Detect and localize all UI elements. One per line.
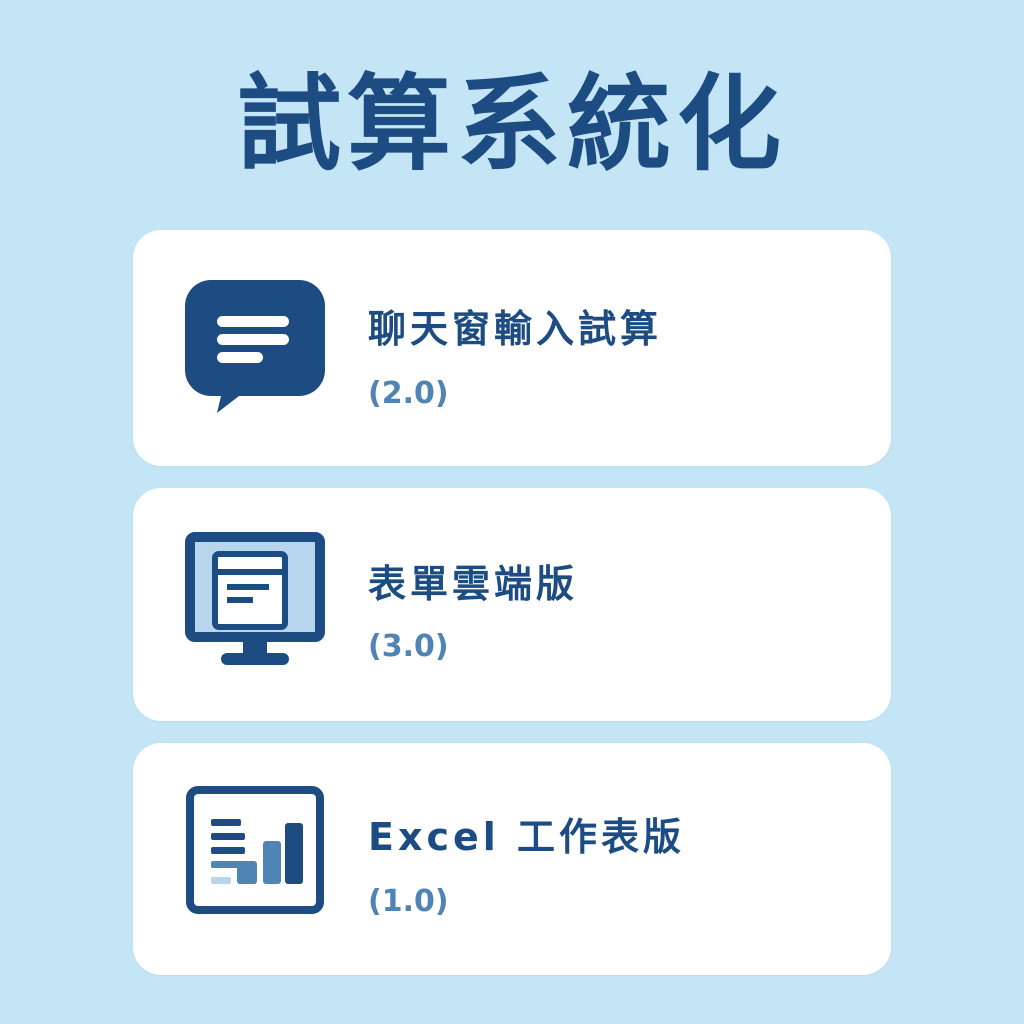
option-card-form-cloud[interactable]: 表單雲端版 (3.0) <box>133 488 891 721</box>
option-card-chat[interactable]: 聊天窗輸入試算 (2.0) <box>133 230 891 466</box>
spreadsheet-chart-icon <box>185 785 325 925</box>
card-title: 表單雲端版 <box>368 562 579 606</box>
option-card-excel[interactable]: Excel 工作表版 (1.0) <box>133 743 891 975</box>
card-title: 聊天窗輸入試算 <box>368 307 663 351</box>
chat-bubble-icon <box>185 280 325 420</box>
page-title: 試算系統化 <box>236 63 787 185</box>
card-version: (2.0) <box>368 376 449 411</box>
card-version: (3.0) <box>368 629 449 664</box>
card-version: (1.0) <box>368 884 449 919</box>
card-title: Excel 工作表版 <box>368 815 686 859</box>
monitor-form-icon <box>185 532 325 672</box>
